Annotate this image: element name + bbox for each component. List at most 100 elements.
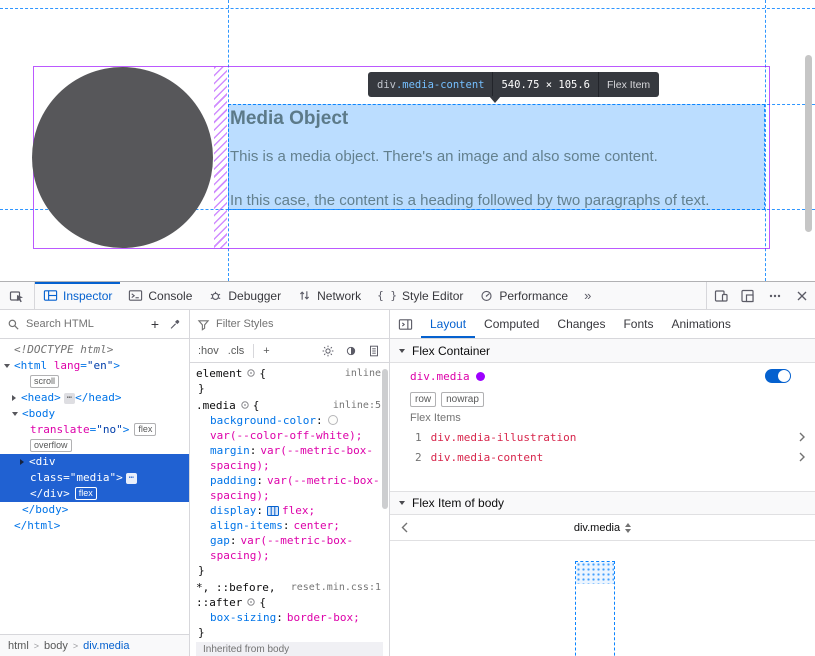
flex-item-row-2[interactable]: 2 div.media-content [390, 447, 815, 467]
flex-highlighter-toggle[interactable] [765, 369, 791, 383]
inline-expander[interactable]: ⋯ [126, 473, 137, 484]
tab-changes[interactable]: Changes [548, 310, 614, 338]
tab-inspector[interactable]: Inspector [35, 282, 120, 309]
rules-scrollbar-thumb[interactable] [382, 369, 388, 509]
markup-doctype[interactable]: <!DOCTYPE html> [0, 342, 189, 358]
collapse-arrow-icon[interactable] [12, 395, 16, 401]
declaration-gap[interactable]: gap:var(--metric-box-spacing); [196, 533, 383, 563]
previous-item-button[interactable] [396, 515, 413, 540]
eyedropper-icon[interactable] [168, 317, 182, 331]
tab-animations-label: Animations [671, 317, 730, 331]
markup-html-open[interactable]: <html lang="en"> [0, 358, 189, 374]
more-tabs-button[interactable]: » [576, 282, 599, 309]
selector-highlighter-icon[interactable] [240, 400, 250, 410]
breadcrumb-html[interactable]: html [8, 640, 29, 652]
declaration-align-items[interactable]: align-items:center; [196, 518, 383, 533]
tab-debugger-label: Debugger [228, 289, 281, 303]
markup-div-open[interactable]: <div [0, 454, 189, 470]
expand-arrow-icon[interactable] [12, 412, 18, 416]
devtools-menu-button[interactable] [761, 282, 788, 309]
flexbox-highlighter-toggle-icon[interactable] [267, 506, 279, 516]
markup-head[interactable]: <head>⋯</head> [0, 390, 189, 406]
expand-arrow-icon[interactable] [4, 364, 10, 368]
declaration-background-color[interactable]: background-color:var(--color-off-white); [196, 413, 383, 443]
section-collapse-icon [399, 349, 405, 353]
tab-style-editor[interactable]: { } Style Editor [369, 282, 471, 309]
tab-debugger[interactable]: Debugger [200, 282, 289, 309]
section-collapse-icon [399, 501, 405, 505]
flex-item-section-header[interactable]: Flex Item of body [390, 491, 815, 515]
color-swatch[interactable] [328, 415, 338, 425]
scroll-badge[interactable]: scroll [30, 375, 59, 388]
add-rule-button[interactable]: + [263, 345, 269, 357]
tab-network[interactable]: Network [289, 282, 369, 309]
breadcrumb-div-media[interactable]: div.media [83, 640, 129, 652]
rules-panel: :hov .cls + [190, 339, 390, 656]
tab-computed[interactable]: Computed [475, 310, 548, 338]
markup-body-attr[interactable]: translate="no">flex [0, 422, 189, 438]
overflow-badge[interactable]: overflow [30, 439, 72, 452]
inspector-icon [43, 288, 58, 303]
pick-element-button[interactable] [0, 282, 35, 309]
declaration-margin[interactable]: margin:var(--metric-box-spacing); [196, 443, 383, 473]
flex-item-select[interactable]: div.media [574, 522, 620, 534]
toolbar-separator [253, 344, 254, 358]
filter-styles-box[interactable]: Filter Styles [190, 310, 390, 338]
performance-icon [479, 288, 494, 303]
selector-highlighter-icon[interactable] [246, 597, 256, 607]
flex-badge-active[interactable]: flex [75, 487, 97, 500]
selector-highlighter-icon[interactable] [246, 368, 256, 378]
infobar-flex-badge: Flex Item [607, 79, 650, 91]
selected-node[interactable]: <div class="media">⋯ </div>flex [0, 454, 189, 502]
flex-container-section-header[interactable]: Flex Container [390, 339, 815, 363]
highlighter-color-dot[interactable] [476, 372, 485, 381]
flex-container-row[interactable]: div.media [390, 363, 815, 389]
declaration-box-sizing[interactable]: box-sizing:border-box; [196, 610, 383, 625]
breadcrumb-body[interactable]: body [44, 640, 68, 652]
class-button[interactable]: .cls [228, 345, 245, 357]
light-mode-icon[interactable] [321, 344, 335, 358]
flex-badge[interactable]: flex [134, 423, 156, 436]
tab-performance[interactable]: Performance [471, 282, 576, 309]
close-devtools-button[interactable] [788, 282, 815, 309]
sidebar-tabs: Layout Computed Changes Fonts Animations [390, 310, 815, 338]
markup-body-close[interactable]: </body> [0, 502, 189, 518]
tab-fonts[interactable]: Fonts [614, 310, 662, 338]
inherited-from-body-header: Inherited from body [196, 642, 383, 656]
markup-html-close[interactable]: </html> [0, 518, 189, 534]
flex-item-index: 2 [415, 451, 422, 464]
rule-media[interactable]: .media{ inline:5 background-color:var(--… [196, 398, 383, 578]
dark-mode-icon[interactable] [344, 344, 358, 358]
chevron-left-icon [400, 521, 409, 534]
rule-reset[interactable]: *, ::before, ::after{ reset.min.css:1 bo… [196, 580, 383, 640]
declaration-display[interactable]: display:flex; [196, 503, 383, 518]
tab-console[interactable]: Console [120, 282, 200, 309]
add-node-button[interactable]: + [148, 316, 162, 332]
responsive-design-mode-button[interactable] [707, 282, 734, 309]
declaration-padding[interactable]: padding:var(--metric-box-spacing); [196, 473, 383, 503]
tab-animations[interactable]: Animations [662, 310, 739, 338]
markup-search-box[interactable]: Search HTML + [0, 310, 190, 338]
tab-layout[interactable]: Layout [421, 310, 475, 338]
media-paragraph-2: In this case, the content is a heading f… [230, 192, 709, 209]
flex-item-row-1[interactable]: 1 div.media-illustration [390, 427, 815, 447]
rule-origin-link[interactable]: inline [345, 366, 381, 381]
markup-div-attr[interactable]: class="media">⋯ [0, 470, 189, 486]
rule-element[interactable]: element{ inline } [196, 366, 383, 396]
flex-item-outline [575, 561, 615, 656]
page-scrollbar-thumb[interactable] [805, 55, 812, 232]
rule-origin-link[interactable]: reset.min.css:1 [291, 580, 381, 595]
rule-origin-link[interactable]: inline:5 [333, 398, 381, 413]
inline-expander[interactable]: ⋯ [64, 393, 75, 404]
print-media-icon[interactable] [367, 344, 381, 358]
collapse-arrow-icon[interactable] [20, 459, 24, 465]
frames-button[interactable] [734, 282, 761, 309]
breadcrumb-separator: > [34, 641, 39, 651]
sidebar-toggle-button[interactable] [390, 310, 421, 338]
pseudo-class-button[interactable]: :hov [198, 345, 219, 357]
markup-div-close[interactable]: </div>flex [0, 486, 189, 502]
markup-body-open[interactable]: <body [0, 406, 189, 422]
tab-console-label: Console [148, 289, 192, 303]
flex-container-title: Flex Container [412, 344, 490, 358]
close-icon [794, 288, 810, 304]
